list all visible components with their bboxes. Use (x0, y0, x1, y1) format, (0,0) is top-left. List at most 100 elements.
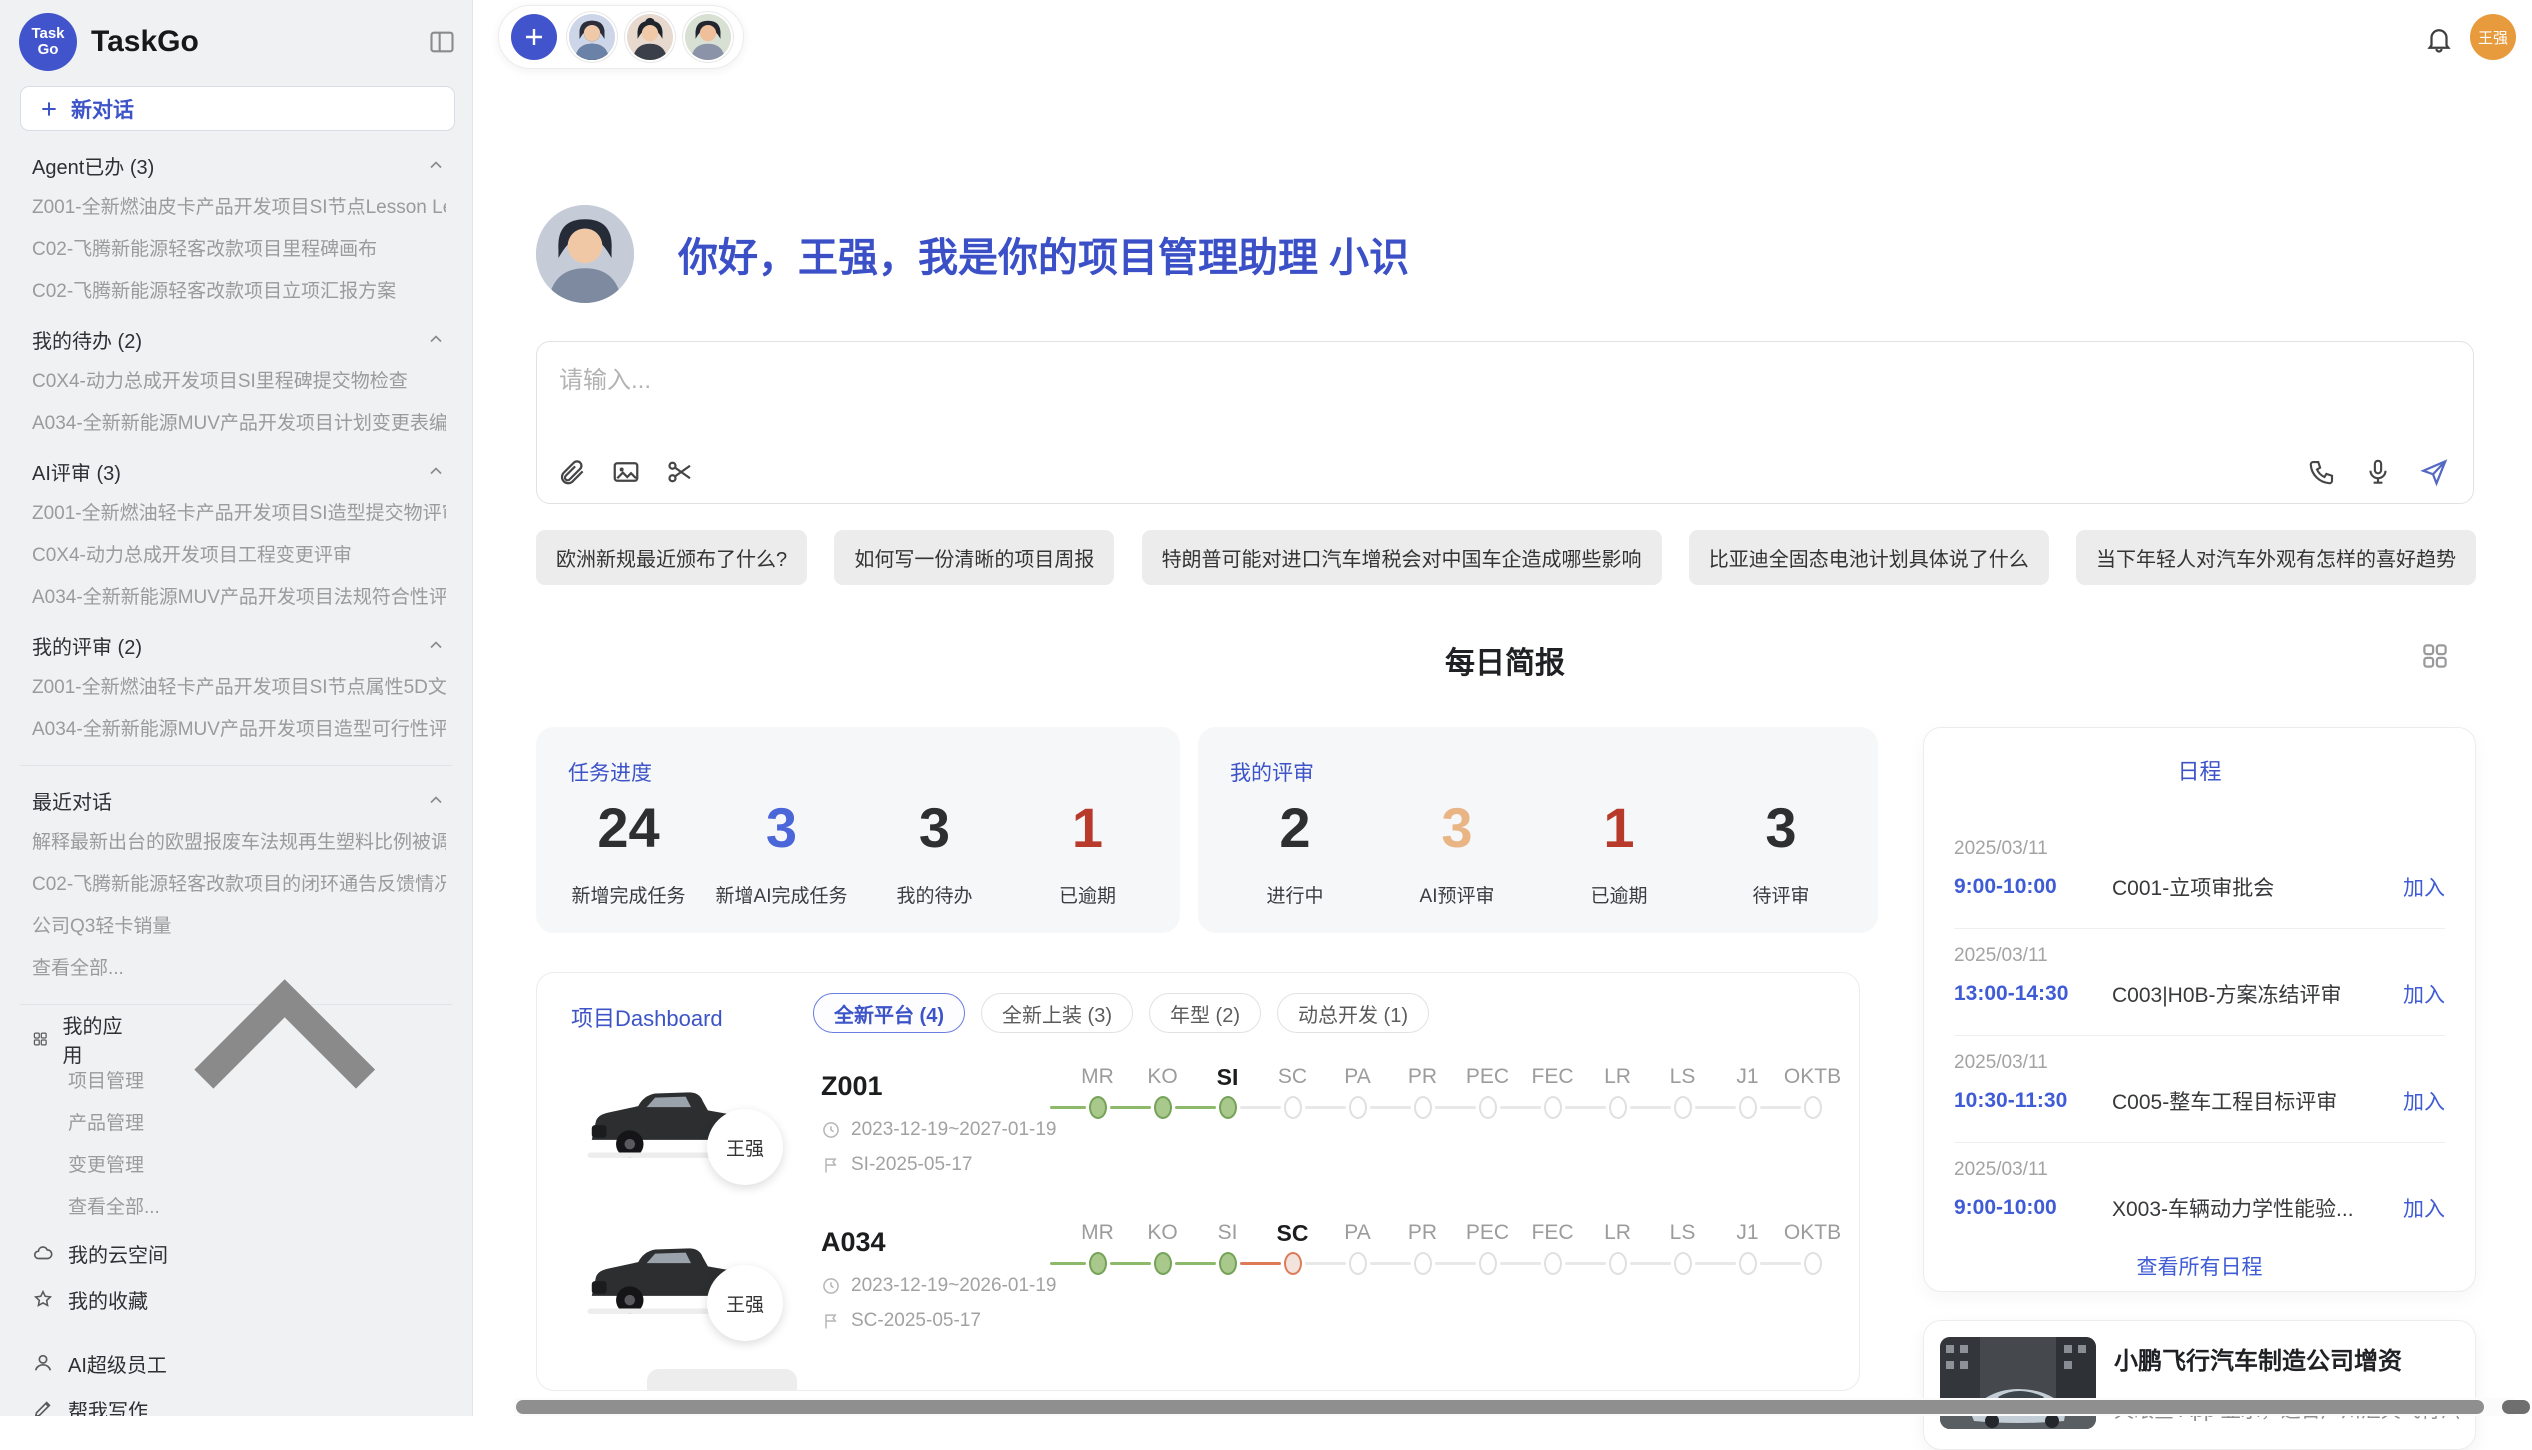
notification-bell-icon[interactable] (2424, 24, 2454, 54)
join-link[interactable]: 加入 (2403, 979, 2445, 1009)
join-link[interactable]: 加入 (2403, 872, 2445, 902)
project-row[interactable]: 王强 A034 2023-12-19~2026-01-19 SC-2025-05… (537, 1213, 1860, 1363)
quick-toolbar: #a1 .hair{fill:#2a2f3a} (498, 5, 744, 69)
sidebar-item[interactable]: Z001-全新燃油轻卡产品开发项目SI造型提交物评审 (32, 501, 446, 527)
sidebar-section-header[interactable]: 我的待办 (2) (32, 325, 446, 353)
milestone-label: SC (1260, 1063, 1325, 1091)
my-cloud-space[interactable]: 我的云空间 (32, 1239, 446, 1267)
stats-row-1: 2进行中3AI预评审1已逾期3待评审 (1214, 789, 1862, 908)
event-title: C005-整车工程目标评审 (2112, 1086, 2403, 1116)
suggestion-chip[interactable]: 如何写一份清晰的项目周报 (834, 530, 1114, 585)
join-link[interactable]: 加入 (2403, 1086, 2445, 1116)
dashboard-tabs: 全新平台 (4) 全新上装 (3) 年型 (2) 动总开发 (1) (813, 993, 1429, 1033)
my-favorites[interactable]: 我的收藏 (32, 1285, 446, 1313)
schedule-event: 2025/03/1110:30-11:30C005-整车工程目标评审加入 (1954, 1036, 2445, 1124)
sidebar-item[interactable]: C0X4-动力总成开发项目工程变更评审 (32, 543, 446, 569)
suggestion-chip[interactable]: 欧洲新规最近颁布了什么? (536, 530, 807, 585)
stat-label: AI预评审 (1376, 881, 1538, 908)
stat-value: 3 (705, 789, 858, 867)
stat-label: 我的待办 (858, 881, 1011, 908)
chevron-up-icon (426, 790, 446, 810)
view-all-schedule-link[interactable]: 查看所有日程 (1924, 1251, 2475, 1281)
section-label: Agent已办 (3) (32, 151, 154, 180)
milestone-node (1609, 1096, 1627, 1119)
schedule-events: 2025/03/119:00-10:00C001-立项审批会加入 2025/03/… (1924, 822, 2475, 1231)
new-chat-button[interactable]: 新对话 (20, 86, 455, 131)
news-title: 小鹏飞行汽车制造公司增资 (2114, 1341, 2459, 1376)
sidebar-item[interactable]: Z001-全新燃油皮卡产品开发项目SI节点Lesson Learn报告 (32, 195, 446, 221)
agent-avatar-2[interactable] (627, 14, 673, 60)
sidebar-item[interactable]: A034-全新新能源MUV产品开发项目造型可行性评审 (32, 717, 446, 743)
stat: 24新增完成任务 (552, 789, 705, 908)
sidebar-item[interactable]: A034-全新新能源MUV产品开发项目法规符合性评审 (32, 585, 446, 611)
recent-chat-item[interactable]: 解释最新出台的欧盟报废车法规再生塑料比例被调至15%... (32, 830, 446, 856)
section-label: 我的评审 (2) (32, 631, 142, 660)
help-me-write[interactable]: 帮我写作 (32, 1395, 446, 1416)
milestone-label: KO (1130, 1219, 1195, 1247)
sidebar-section-header[interactable]: AI评审 (3) (32, 457, 446, 485)
milestone-node (1479, 1096, 1497, 1119)
milestone-label: MR (1065, 1219, 1130, 1247)
join-link[interactable]: 加入 (2403, 1193, 2445, 1223)
sidebar: Task Go TaskGo 新对话 Agent已办 (3)Z001-全新燃油皮… (0, 0, 473, 1416)
my-apps-header[interactable]: 我的应用 (32, 1025, 446, 1053)
layout-grid-icon[interactable] (2420, 641, 2450, 671)
stat-label: 待评审 (1700, 881, 1862, 908)
news-card[interactable]: 小鹏飞行汽车制造公司增资 天眼查 App 显示，近日广州汇天飞行汽 (1923, 1320, 2476, 1450)
ai-super-employee[interactable]: AI超级员工 (32, 1349, 446, 1377)
milestone-node (1219, 1252, 1237, 1275)
pencil-icon (32, 1398, 54, 1416)
clock-icon (821, 1120, 841, 1140)
sidebar-item[interactable]: C0X4-动力总成开发项目SI里程碑提交物检查 (32, 369, 446, 395)
insert-image-button[interactable] (611, 457, 641, 487)
suggestion-chip[interactable]: 特朗普可能对进口汽车增税会对中国车企造成哪些影响 (1142, 530, 1662, 585)
milestone-node (1804, 1096, 1822, 1119)
milestone-label: PEC (1455, 1219, 1520, 1247)
logo-text-top: Task (31, 26, 64, 42)
sidebar-section-header[interactable]: 我的评审 (2) (32, 631, 446, 659)
recent-chats-header[interactable]: 最近对话 (32, 786, 446, 814)
chevron-up-icon (426, 461, 446, 481)
schedule-event: 2025/03/1113:00-14:30C003|H0B-方案冻结评审加入 (1954, 929, 2445, 1017)
sidebar-item[interactable]: Z001-全新燃油轻卡产品开发项目SI节点属性5D文件评审 (32, 675, 446, 701)
chat-input[interactable] (559, 360, 2159, 420)
horizontal-scrollbar[interactable] (514, 1398, 2514, 1416)
stats-row-0: 24新增完成任务3新增AI完成任务3我的待办1已逾期 (552, 789, 1164, 908)
microphone-button[interactable] (2363, 457, 2393, 487)
voice-call-button[interactable] (2307, 457, 2337, 487)
send-button[interactable] (2419, 457, 2449, 487)
stat: 3AI预评审 (1376, 789, 1538, 908)
sidebar-item[interactable]: C02-飞腾新能源轻客改款项目立项汇报方案 (32, 279, 446, 305)
agent-avatar-1[interactable]: #a1 .hair{fill:#2a2f3a} (569, 14, 615, 60)
suggestion-chip[interactable]: 当下年轻人对汽车外观有怎样的喜好趋势 (2076, 530, 2476, 585)
milestone-label: PA (1325, 1219, 1390, 1247)
stat-value: 24 (552, 789, 705, 867)
schedule-event: 2025/03/119:00-10:00C001-立项审批会加入 (1954, 822, 2445, 910)
project-row[interactable]: 王强 Z001 2023-12-19~2027-01-19 SI-2025-05… (537, 1057, 1860, 1207)
scrollbar-thumb[interactable] (516, 1400, 2484, 1414)
project-flag: SC-2025-05-17 (851, 1310, 981, 1332)
stat-label: 已逾期 (1538, 881, 1700, 908)
sidebar-collapse-icon[interactable] (428, 28, 456, 56)
project-dates: 2023-12-19~2027-01-19 (851, 1119, 1056, 1141)
plus-icon (39, 99, 59, 119)
project-name: Z001 (821, 1071, 1071, 1102)
dashboard-tab[interactable]: 动总开发 (1) (1277, 993, 1429, 1033)
sidebar-section-header[interactable]: Agent已办 (3) (32, 151, 446, 179)
add-agent-button[interactable] (511, 14, 557, 60)
project-dates: 2023-12-19~2026-01-19 (851, 1275, 1056, 1297)
suggestion-chip[interactable]: 比亚迪全固态电池计划具体说了什么 (1689, 530, 2049, 585)
dashboard-tab[interactable]: 全新平台 (4) (813, 993, 965, 1033)
dashboard-tab[interactable]: 全新上装 (3) (981, 993, 1133, 1033)
sidebar-item[interactable]: C02-飞腾新能源轻客改款项目里程碑画布 (32, 237, 446, 263)
milestones-1: MRKOSISCPAPRPECFECLRLSJ1OKTB (1065, 1219, 1845, 1299)
attach-file-button[interactable] (557, 457, 587, 487)
agent-avatar-3[interactable] (685, 14, 731, 60)
milestone-label: FEC (1520, 1063, 1585, 1091)
dashboard-tab[interactable]: 年型 (2) (1149, 993, 1261, 1033)
user-avatar[interactable]: 王强 (2470, 14, 2516, 60)
flag-icon (821, 1311, 841, 1331)
screenshot-button[interactable] (665, 457, 695, 487)
scrollbar-corner[interactable] (2502, 1400, 2530, 1414)
sidebar-item[interactable]: A034-全新新能源MUV产品开发项目计划变更表编写 (32, 411, 446, 437)
